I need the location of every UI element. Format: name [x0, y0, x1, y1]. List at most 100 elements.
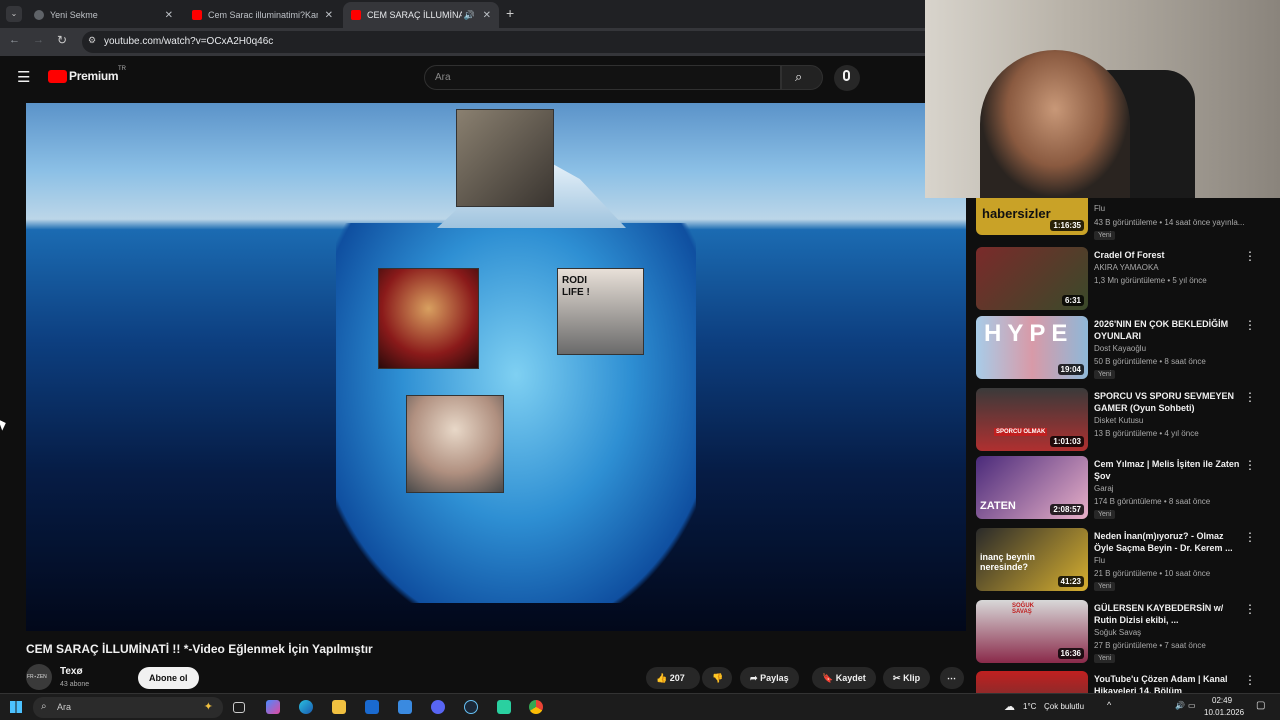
thumbnail[interactable]: ZATEN 2:08:57 [976, 456, 1088, 519]
discord-icon[interactable] [431, 700, 445, 714]
address-bar-row: ← → ↻ ⚙ youtube.com/watch?v=OCxA2H0q46c [0, 28, 925, 56]
youtube-logo-icon[interactable] [48, 70, 67, 83]
recommendation-item[interactable]: HYPE 19:04 2026'NIN EN ÇOK BEKLEDİĞİM OY… [976, 316, 1276, 380]
address-bar[interactable]: ⚙ youtube.com/watch?v=OCxA2H0q46c [82, 31, 925, 53]
weather-description[interactable]: Çok bulutlu [1044, 702, 1084, 711]
clip-button[interactable]: ✂ Klip [883, 667, 931, 689]
task-view-icon[interactable] [233, 702, 245, 713]
thumbnail[interactable]: habersizler 1:16:35 [976, 198, 1088, 235]
menu-icon[interactable]: ☰ [17, 68, 30, 86]
chrome-icon[interactable] [529, 700, 543, 714]
windows-start-icon[interactable] [10, 701, 22, 713]
thumbnail[interactable]: SOĞUK SAVAŞ 16:36 [976, 600, 1088, 663]
face-image-crown [378, 268, 479, 369]
like-button[interactable]: 👍 207 [646, 667, 700, 689]
thumbnail[interactable]: SPORCU OLMAK 1:01:03 [976, 388, 1088, 451]
thumbnail[interactable] [976, 671, 1088, 693]
more-options-icon[interactable]: ⋮ [1244, 673, 1256, 687]
app-icon[interactable] [497, 700, 511, 714]
save-button[interactable]: 🔖 Kaydet [812, 667, 876, 689]
channel-name[interactable]: Disket Kutusu [1094, 416, 1143, 425]
store-icon[interactable] [398, 700, 412, 714]
dislike-button[interactable]: 👎 [702, 667, 732, 689]
volume-icon[interactable]: 🔊 [1175, 701, 1185, 710]
channel-avatar[interactable]: FR⋆ZEN [26, 664, 52, 690]
recommendation-item[interactable]: inanç beynin neresinde? 41:23 Neden İnan… [976, 528, 1276, 592]
recommendation-item[interactable]: SPORCU OLMAK 1:01:03 SPORCU VS SPORU SEV… [976, 388, 1276, 452]
tray-chevron-icon[interactable]: ^ [1107, 700, 1111, 710]
video-title[interactable]: Neden İnan(m)ıyoruz? - Olmaz Öyle Saçma … [1094, 530, 1244, 554]
tab-search-icon[interactable]: ⌄ [6, 6, 22, 22]
close-icon[interactable]: ✕ [165, 10, 173, 21]
steam-icon[interactable] [464, 700, 478, 714]
tab-cem-sarac[interactable]: Cem Sarac illuminatimi?Kanitla ✕ [184, 2, 341, 28]
share-button[interactable]: ➦ Paylaş [740, 667, 799, 689]
channel-name[interactable]: AKIRA YAMAOKA [1094, 263, 1159, 272]
more-options-icon[interactable]: ⋮ [1244, 390, 1256, 404]
video-title[interactable]: 2026'NIN EN ÇOK BEKLEDİĞİM OYUNLARI [1094, 318, 1244, 342]
recommendation-item[interactable]: ZATEN 2:08:57 Cem Yılmaz | Melis İşiten … [976, 456, 1276, 520]
thumbnail[interactable]: 6:31 [976, 247, 1088, 310]
speaker-icon[interactable]: 🔊 [464, 10, 475, 21]
more-options-icon[interactable]: ⋮ [1244, 530, 1256, 544]
thumbnail[interactable]: inanç beynin neresinde? 41:23 [976, 528, 1088, 591]
network-icon[interactable]: ▭ [1188, 701, 1196, 710]
close-icon[interactable]: ✕ [483, 10, 491, 21]
thumbnail[interactable]: HYPE 19:04 [976, 316, 1088, 379]
channel-name[interactable]: Texø [60, 666, 83, 677]
duration-badge: 41:23 [1057, 576, 1084, 587]
close-icon[interactable]: ✕ [325, 10, 333, 21]
channel-name[interactable]: Dost Kayaoğlu [1094, 344, 1146, 353]
channel-name[interactable]: Flu [1094, 204, 1105, 213]
copilot-icon[interactable] [266, 700, 280, 714]
search-input[interactable]: Ara [424, 65, 781, 90]
video-title[interactable]: Cradel Of Forest [1094, 249, 1244, 261]
more-options-icon[interactable]: ⋮ [1244, 318, 1256, 332]
video-title[interactable]: Cem Yılmaz | Melis İşiten ile Zaten Şov [1094, 458, 1244, 482]
video-meta: 174 B görüntüleme • 8 saat önce [1094, 497, 1211, 506]
webcam-overlay [925, 0, 1280, 198]
site-info-icon[interactable]: ⚙ [88, 35, 96, 46]
recommendation-item[interactable]: habersizler 1:16:35 Flu 43 B görüntüleme… [976, 198, 1276, 240]
more-options-icon[interactable]: ⋮ [1244, 249, 1256, 263]
more-options-icon[interactable]: ⋮ [1244, 602, 1256, 616]
youtube-logo-text: Premium [69, 69, 119, 83]
more-options-icon[interactable]: ⋮ [1244, 458, 1256, 472]
notification-icon[interactable]: ▢ [1256, 700, 1265, 711]
outlook-icon[interactable] [365, 700, 379, 714]
taskbar-search[interactable]: ⌕ Ara ✦ [33, 697, 223, 718]
reload-icon[interactable]: ↻ [57, 33, 67, 47]
video-title[interactable]: SPORCU VS SPORU SEVMEYEN GAMER (Oyun Soh… [1094, 390, 1244, 414]
channel-name[interactable]: Garaj [1094, 484, 1114, 493]
recommendation-item[interactable]: YouTube'u Çözen Adam | Kanal Hikayeleri … [976, 671, 1276, 693]
edge-icon[interactable] [299, 700, 313, 714]
video-meta: 27 B görüntüleme • 7 saat önce [1094, 641, 1206, 650]
more-actions-button[interactable]: ⋯ [940, 667, 964, 689]
recommendation-item[interactable]: SOĞUK SAVAŞ 16:36 GÜLERSEN KAYBEDERSİN w… [976, 600, 1276, 664]
new-tab-button[interactable]: + [506, 5, 514, 21]
face-image-top [456, 109, 554, 207]
recommendation-item[interactable]: 6:31 Cradel Of Forest AKIRA YAMAOKA 1,3 … [976, 247, 1276, 311]
video-meta: 1,3 Mn görüntüleme • 5 yıl önce [1094, 276, 1207, 285]
forward-icon[interactable]: → [33, 34, 44, 46]
video-title[interactable]: GÜLERSEN KAYBEDERSİN w/ Rutin Dizisi eki… [1094, 602, 1244, 626]
video-title[interactable]: YouTube'u Çözen Adam | Kanal Hikayeleri … [1094, 673, 1244, 693]
subscribe-button[interactable]: Abone ol [138, 667, 199, 689]
duration-badge: 6:31 [1061, 295, 1084, 306]
channel-name[interactable]: Flu [1094, 556, 1105, 565]
file-explorer-icon[interactable] [332, 700, 346, 714]
clock-date[interactable]: 10.01.2026 [1204, 708, 1244, 717]
duration-badge: 16:36 [1057, 648, 1084, 659]
search-button[interactable]: ⌕ [781, 65, 823, 90]
tab-active-video[interactable]: CEM SARAÇ İLLUMİNATİ !! 🔊 ✕ [343, 2, 499, 28]
duration-badge: 1:01:03 [1050, 436, 1084, 447]
clock-time[interactable]: 02:49 [1212, 696, 1232, 705]
tab-new-tab[interactable]: Yeni Sekme ✕ [26, 2, 181, 28]
video-player[interactable]: RODI LIFE ! [26, 103, 966, 631]
microphone-icon [843, 70, 850, 81]
temperature[interactable]: 1°C [1023, 702, 1036, 711]
back-icon[interactable]: ← [9, 34, 20, 46]
voice-search-button[interactable] [834, 65, 860, 91]
channel-name[interactable]: Soğuk Savaş [1094, 628, 1141, 637]
weather-icon: ☁ [1004, 701, 1015, 713]
